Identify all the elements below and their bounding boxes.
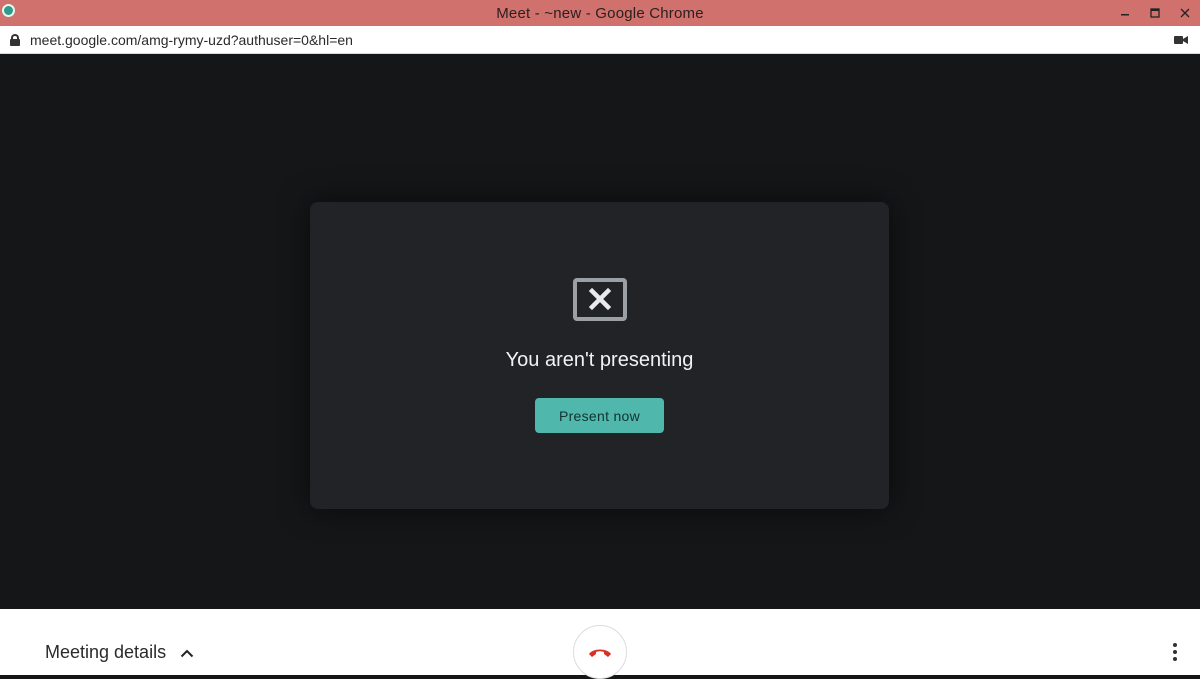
more-options-button[interactable] (1172, 643, 1178, 661)
close-button[interactable] (1170, 0, 1200, 26)
chevron-up-icon (180, 649, 194, 657)
present-now-button[interactable]: Present now (535, 398, 664, 433)
more-vert-icon (1173, 643, 1177, 647)
leave-call-button[interactable] (573, 625, 627, 679)
maximize-button[interactable] (1140, 0, 1170, 26)
bottom-bar: Meeting details (0, 609, 1200, 679)
minimize-icon (1121, 14, 1129, 16)
cancel-presentation-icon (573, 278, 627, 321)
window-controls (1110, 0, 1200, 26)
url-text[interactable]: meet.google.com/amg-rymy-uzd?authuser=0&… (30, 32, 353, 48)
meeting-stage: You aren't presenting Present now (0, 54, 1200, 609)
meeting-details-toggle[interactable]: Meeting details (45, 642, 194, 663)
lock-icon (10, 33, 20, 46)
address-bar: meet.google.com/amg-rymy-uzd?authuser=0&… (0, 26, 1200, 54)
window-titlebar: Meet - ~new - Google Chrome (0, 0, 1200, 26)
meet-app-icon (2, 4, 15, 17)
window-title: Meet - ~new - Google Chrome (496, 4, 704, 22)
hangup-icon (589, 649, 611, 657)
camera-icon[interactable] (1174, 34, 1188, 46)
minimize-button[interactable] (1110, 0, 1140, 26)
close-icon (1180, 8, 1190, 18)
dialog-title: You aren't presenting (505, 349, 694, 371)
presenting-dialog: You aren't presenting Present now (310, 202, 889, 509)
maximize-icon (1150, 8, 1160, 18)
meeting-details-label: Meeting details (45, 642, 167, 662)
